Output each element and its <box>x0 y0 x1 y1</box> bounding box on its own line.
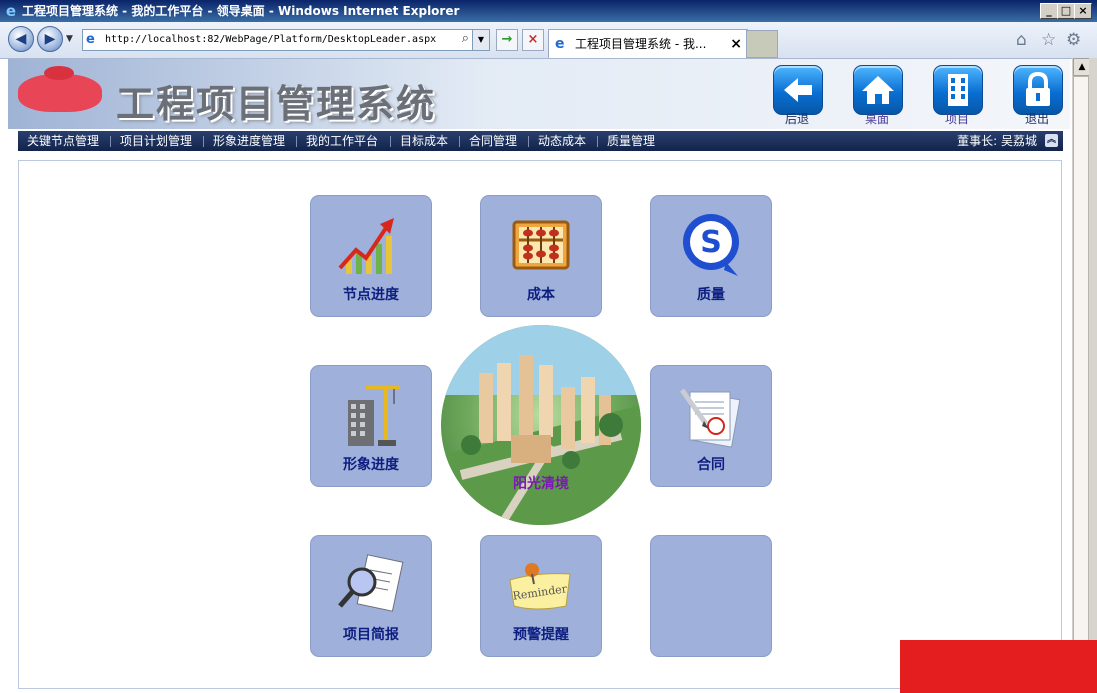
tile-quality[interactable]: S 质量 <box>651 196 771 316</box>
tile-warning-reminder[interactable]: Reminder 预警提醒 <box>481 536 601 656</box>
project-label[interactable]: 项目 <box>933 110 981 127</box>
tile-contract[interactable]: 合同 <box>651 366 771 486</box>
window-border <box>1089 58 1097 693</box>
tile-label: 成本 <box>527 287 555 303</box>
new-tab-button[interactable] <box>746 30 778 58</box>
close-window-button[interactable]: × <box>1074 3 1092 19</box>
tile-cost[interactable]: 成本 <box>481 196 601 316</box>
project-nav-button[interactable] <box>933 65 983 115</box>
residential-complex-image <box>441 325 641 525</box>
window-titlebar: e 工程项目管理系统 - 我的工作平台 - 领导桌面 - Windows Int… <box>0 0 1097 22</box>
desktop-label[interactable]: 桌面 <box>853 110 901 127</box>
contract-document-icon <box>679 388 741 448</box>
home-icon <box>862 76 894 104</box>
address-dropdown-icon[interactable]: ▼ <box>472 30 489 50</box>
menu-item-target-cost[interactable]: 目标成本 <box>400 131 448 151</box>
back-arrow-icon <box>784 78 812 102</box>
menu-separator <box>597 136 598 147</box>
scroll-thumb[interactable] <box>1073 76 1089 676</box>
logout-label[interactable]: 退出 <box>1013 110 1061 127</box>
collapse-icon[interactable]: ︽ <box>1045 134 1058 147</box>
main-menu: 关键节点管理 项目计划管理 形象进度管理 我的工作平台 目标成本 合同管理 动态… <box>18 131 1063 151</box>
menu-separator <box>110 136 111 147</box>
magnifier-report-icon <box>338 554 404 612</box>
tile-project-brief[interactable]: 项目简报 <box>311 536 431 656</box>
menu-item-key-nodes[interactable]: 关键节点管理 <box>27 131 99 151</box>
maximize-button[interactable]: □ <box>1057 3 1075 19</box>
logo <box>18 66 102 112</box>
svg-text:S: S <box>700 225 722 260</box>
tile-label: 节点进度 <box>343 287 399 303</box>
growth-chart-icon <box>338 218 394 274</box>
menu-item-my-workspace[interactable]: 我的工作平台 <box>306 131 378 151</box>
menu-separator <box>390 136 391 147</box>
ie-logo-icon: e <box>5 2 17 20</box>
home-page-icon[interactable]: ⌂ <box>1016 30 1027 50</box>
favorites-star-icon[interactable]: ☆ <box>1041 30 1056 50</box>
browser-tab[interactable]: e 工程项目管理系统 - 我... × <box>548 29 748 58</box>
construction-icon <box>348 386 400 446</box>
tab-title: 工程项目管理系统 - 我... <box>575 37 707 51</box>
building-icon <box>948 74 968 106</box>
forward-icon[interactable]: ▶ <box>37 26 63 52</box>
tile-node-progress[interactable]: 节点进度 <box>311 196 431 316</box>
menu-item-quality[interactable]: 质量管理 <box>607 131 655 151</box>
history-dropdown-icon[interactable]: ▼ <box>66 34 73 44</box>
window-title: 工程项目管理系统 - 我的工作平台 - 领导桌面 - Windows Inter… <box>22 4 460 18</box>
app-header: 工程项目管理系统 后退 桌面 项目 退出 <box>8 59 1070 129</box>
search-icon[interactable]: ⌕ <box>462 31 469 46</box>
app-title: 工程项目管理系统 <box>116 82 437 126</box>
tile-label: 预警提醒 <box>513 627 569 643</box>
tile-label: 合同 <box>697 457 725 473</box>
menu-separator <box>296 136 297 147</box>
tile-empty[interactable] <box>651 536 771 656</box>
tile-label: 形象进度 <box>343 457 399 473</box>
lock-icon <box>1026 71 1050 106</box>
menu-item-project-plan[interactable]: 项目计划管理 <box>120 131 192 151</box>
menu-item-image-progress[interactable]: 形象进度管理 <box>213 131 285 151</box>
project-name: 阳光清境 <box>513 476 569 492</box>
tile-label: 质量 <box>697 287 725 303</box>
menu-separator <box>459 136 460 147</box>
project-photo[interactable]: 阳光清境 <box>441 325 641 525</box>
quality-s-icon: S <box>683 214 739 276</box>
back-icon[interactable]: ◀ <box>8 26 34 52</box>
menu-item-dynamic-cost[interactable]: 动态成本 <box>538 131 586 151</box>
vertical-scrollbar[interactable]: ▲ <box>1072 58 1091 693</box>
current-user: 董事长: 吴荔城 <box>957 134 1037 148</box>
menu-separator <box>528 136 529 147</box>
menu-separator <box>203 136 204 147</box>
minimize-button[interactable]: _ <box>1040 3 1058 19</box>
tab-close-icon[interactable]: × <box>730 30 742 58</box>
address-bar[interactable]: e http://localhost:82/WebPage/Platform/D… <box>82 29 490 51</box>
logout-nav-button[interactable] <box>1013 65 1063 115</box>
desktop-nav-button[interactable] <box>853 65 903 115</box>
stop-icon[interactable]: × <box>522 29 544 51</box>
tab-page-icon: e <box>555 36 565 52</box>
reminder-note-icon: Reminder <box>509 563 571 610</box>
address-url[interactable]: http://localhost:82/WebPage/Platform/Des… <box>105 30 436 50</box>
back-label[interactable]: 后退 <box>773 110 821 127</box>
tile-label: 项目简报 <box>343 627 399 643</box>
abacus-icon <box>512 220 570 270</box>
menu-item-contracts[interactable]: 合同管理 <box>469 131 517 151</box>
back-nav-button[interactable] <box>773 65 823 115</box>
page-icon: e <box>86 32 95 47</box>
tile-image-progress[interactable]: 形象进度 <box>311 366 431 486</box>
redaction-block <box>900 640 1097 693</box>
tools-gear-icon[interactable]: ⚙ <box>1066 30 1081 50</box>
go-icon[interactable]: → <box>496 29 518 51</box>
